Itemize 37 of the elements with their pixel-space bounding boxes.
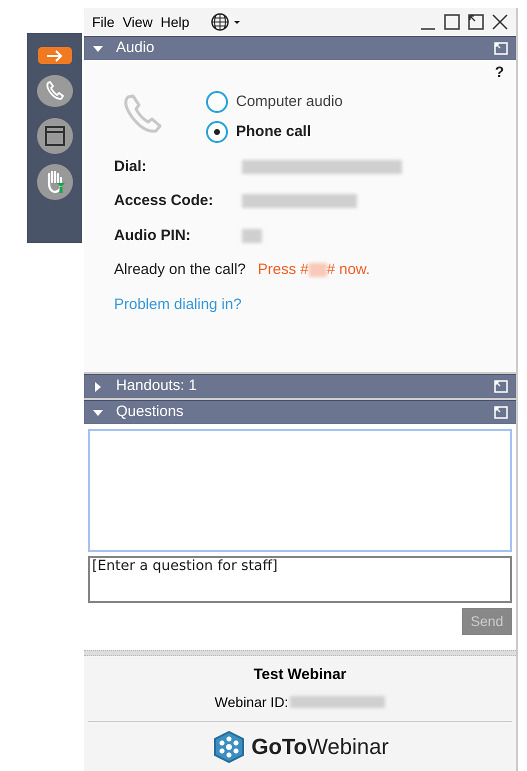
close-icon[interactable] (492, 14, 508, 30)
question-input[interactable]: [Enter a question for staff] (88, 556, 512, 603)
section-header[interactable]: Handouts: 1 (84, 374, 516, 398)
radio-button[interactable] (206, 121, 228, 144)
help-icon[interactable]: ? (494, 62, 504, 84)
raise-hand-button-icon[interactable] (36, 164, 72, 200)
pop-out-icon[interactable] (494, 380, 508, 393)
webinar-id-label: Webinar ID: (214, 692, 288, 712)
field-label: Access Code: (114, 191, 214, 211)
section-header[interactable]: Audio (84, 36, 516, 60)
field-label: Audio PIN: (114, 226, 192, 246)
section-title: Audio (116, 38, 154, 58)
exit-arrow-button[interactable] (38, 47, 72, 64)
phone-button-icon[interactable] (36, 74, 74, 108)
menu-item[interactable]: File (92, 12, 115, 32)
section-title: Handouts: 1 (116, 376, 197, 396)
radio-button[interactable] (206, 90, 228, 113)
webinar-title: Test Webinar (254, 665, 346, 685)
radio-label[interactable]: Phone call (236, 121, 312, 144)
radio-label[interactable]: Computer audio (236, 90, 343, 113)
menu-item[interactable]: Help (160, 12, 190, 32)
logo-text: GoToWebinar (251, 733, 389, 761)
menu-item[interactable]: View (122, 12, 153, 32)
redacted-value (308, 263, 327, 278)
press-code-suffix: # now. (326, 260, 370, 280)
pop-out-icon[interactable] (494, 406, 508, 419)
pop-out-icon[interactable] (494, 42, 508, 55)
press-code-prefix: Press # (258, 260, 309, 280)
pop-out-window-icon[interactable] (468, 14, 484, 30)
section-title: Questions (116, 402, 184, 422)
arrow-icon (44, 50, 64, 62)
redacted-value (242, 228, 262, 243)
section-header[interactable]: Questions (84, 400, 516, 424)
already-on-call-text: Already on the call? (114, 260, 246, 280)
field-label: Dial: (114, 156, 148, 176)
maximize-icon[interactable] (444, 14, 460, 30)
window-button-icon[interactable] (36, 118, 72, 154)
